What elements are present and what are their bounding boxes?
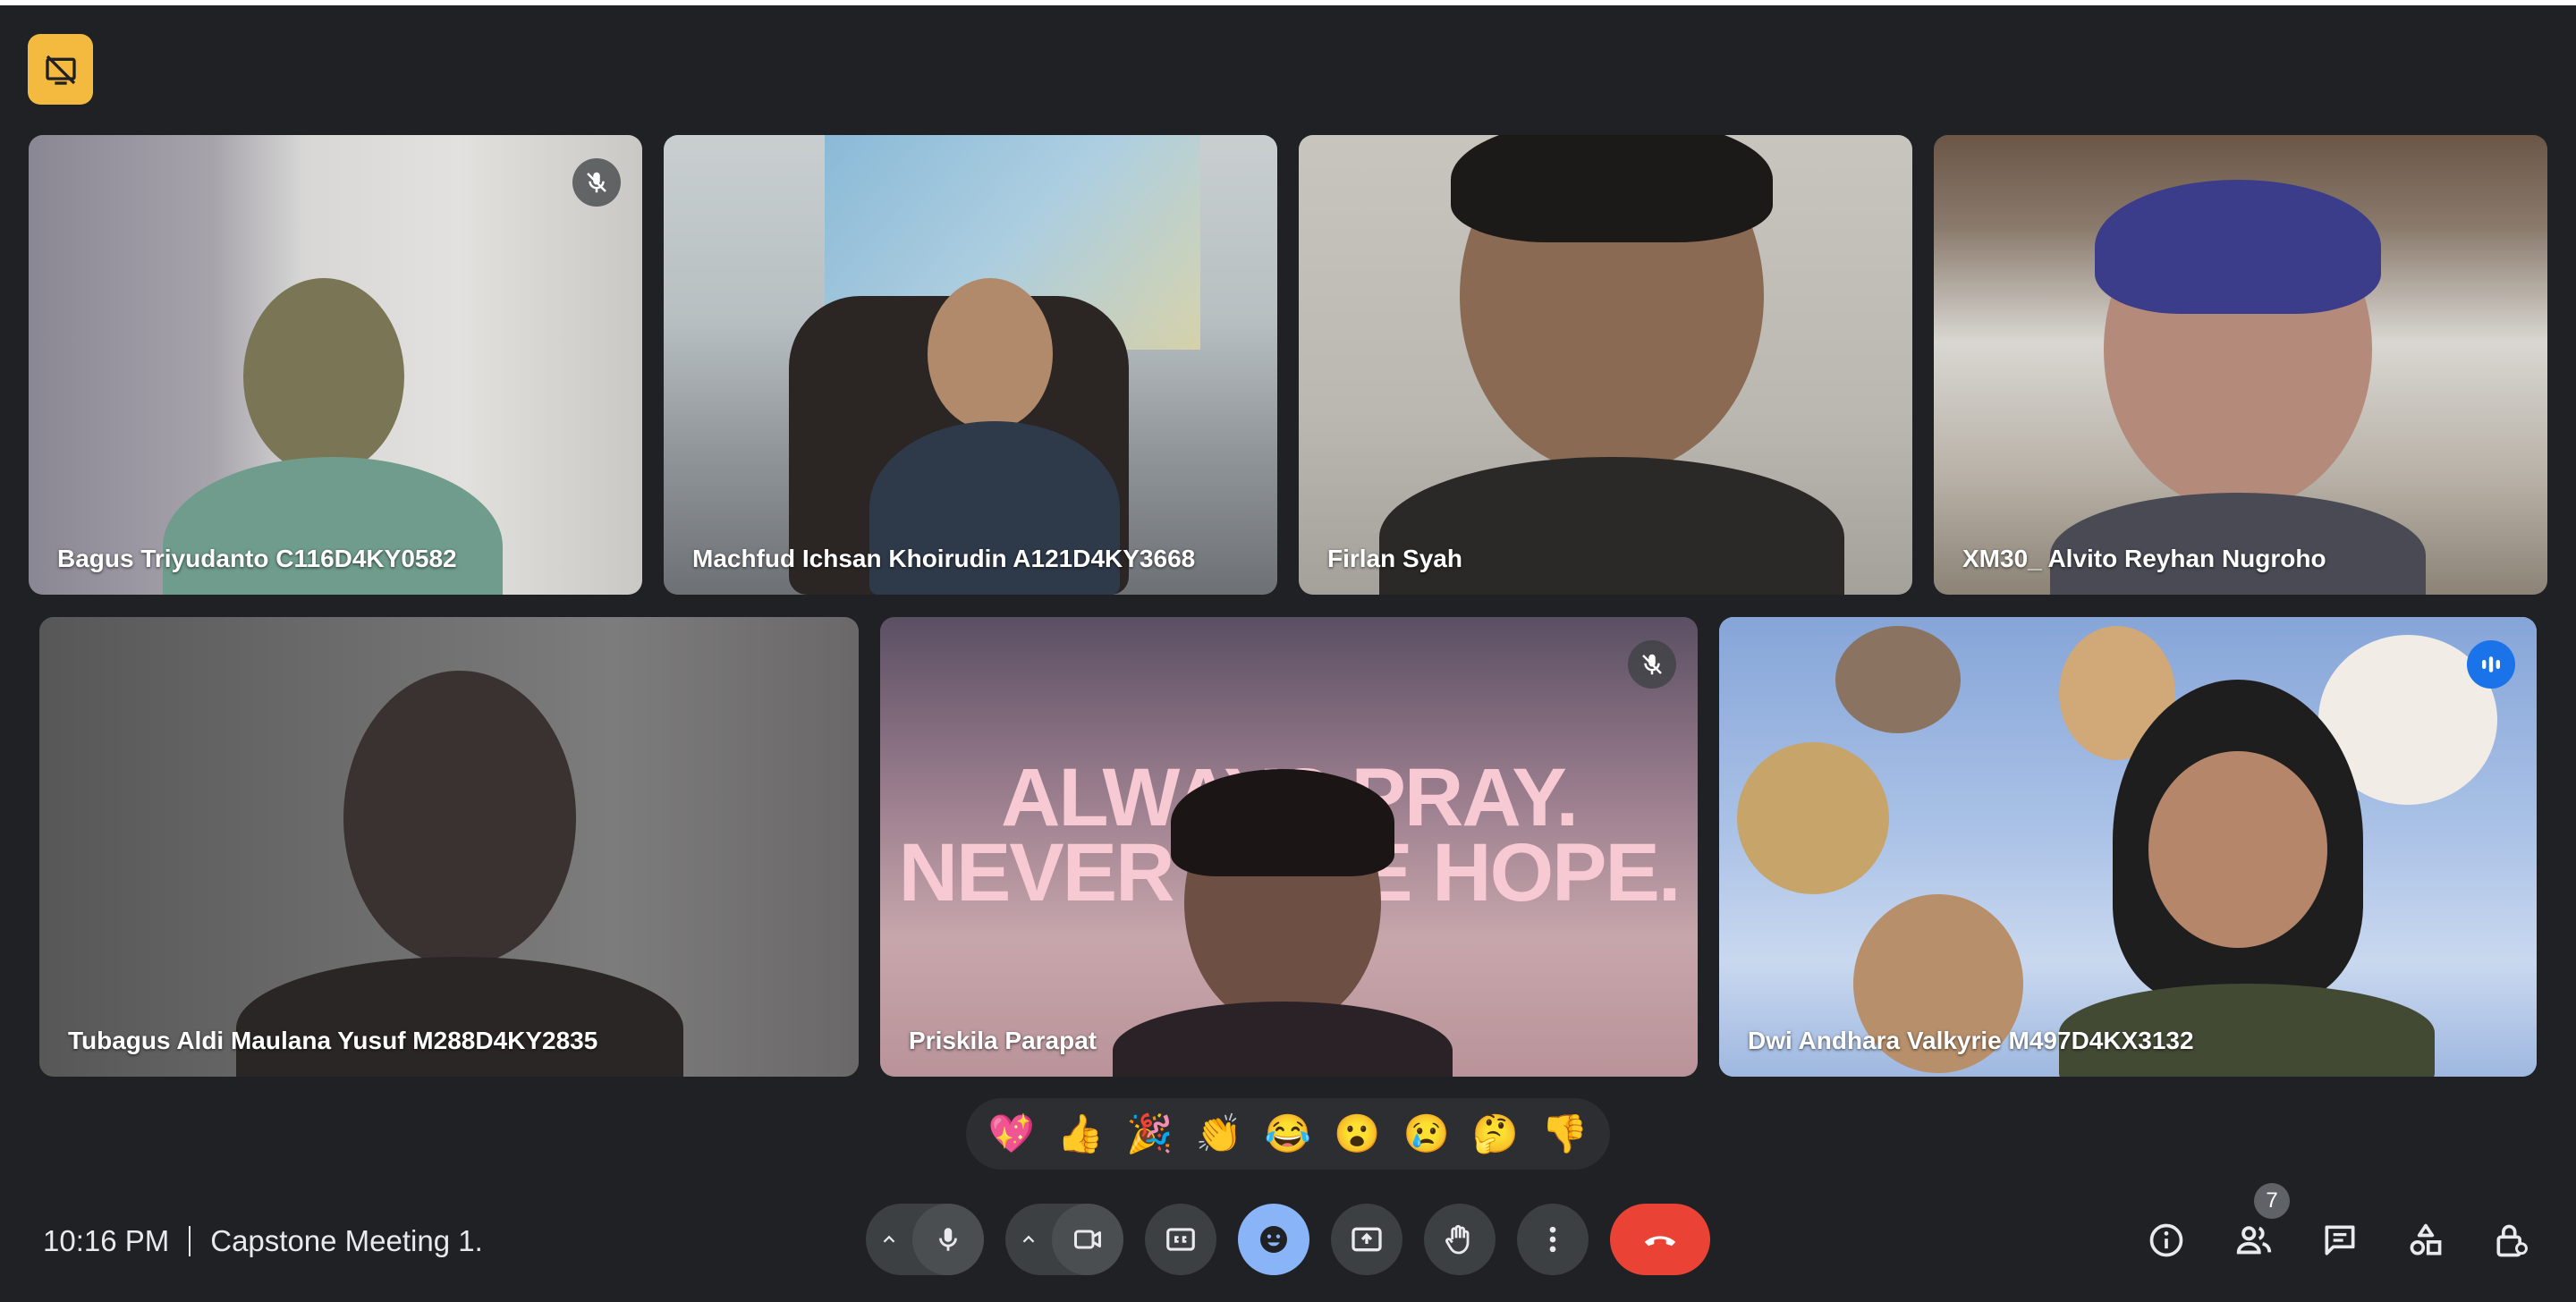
activities-icon [2410, 1223, 2442, 1256]
reaction-clapping[interactable]: 👏 [1191, 1105, 1248, 1162]
participant-figure [343, 671, 576, 966]
chevron-up-icon [1022, 1235, 1035, 1243]
camera-button[interactable] [1052, 1204, 1123, 1275]
participant-tile[interactable]: Machfud Ichsan Khoirudin A121D4KY3668 [664, 135, 1277, 595]
mic-icon [939, 1228, 957, 1251]
meeting-details-button[interactable] [2138, 1212, 2195, 1269]
reaction-thumbs-up[interactable]: 👍 [1052, 1105, 1109, 1162]
raise-hand-button[interactable] [1424, 1204, 1496, 1275]
captions-icon [1166, 1228, 1195, 1251]
participant-tile[interactable]: ALWAYS PRAY. NEVER LOSE HOPE. Priskila P… [880, 617, 1698, 1077]
cat-sticker [1835, 626, 1961, 733]
host-controls-button[interactable] [2483, 1212, 2540, 1269]
reaction-party-popper[interactable]: 🎉 [1121, 1105, 1178, 1162]
participant-tile[interactable]: XM30_ Alvito Reyhan Nugroho [1934, 135, 2547, 595]
camera-control-group [1005, 1204, 1123, 1275]
chevron-up-icon [883, 1235, 895, 1243]
participant-name: Machfud Ichsan Khoirudin A121D4KY3668 [692, 545, 1196, 572]
end-call-icon [1644, 1236, 1676, 1247]
participant-figure [243, 278, 404, 475]
participant-tile[interactable]: Tubagus Aldi Maulana Yusuf M288D4KY2835 [39, 617, 859, 1077]
audio-settings-button[interactable] [866, 1204, 912, 1275]
reaction-surprised[interactable]: 😮 [1328, 1105, 1385, 1162]
cat-sticker [1737, 742, 1889, 894]
video-settings-button[interactable] [1005, 1204, 1052, 1275]
more-vert-icon [1549, 1226, 1556, 1253]
meeting-details: 10:16 PM Capstone Meeting 1. [43, 1218, 483, 1264]
mic-off-indicator [572, 158, 621, 207]
participant-tile[interactable]: Firlan Syah [1299, 135, 1912, 595]
chat-button[interactable] [2311, 1212, 2368, 1269]
present-now-button[interactable] [1331, 1204, 1402, 1275]
participant-figure [2148, 751, 2327, 948]
raise-hand-icon [1445, 1224, 1470, 1255]
reaction-thinking[interactable]: 🤔 [1467, 1105, 1524, 1162]
more-options-button[interactable] [1517, 1204, 1589, 1275]
reactions-button[interactable] [1238, 1204, 1309, 1275]
people-icon [2236, 1226, 2272, 1255]
divider [189, 1226, 191, 1256]
participant-name: Bagus Triyudanto C116D4KY0582 [57, 545, 457, 572]
chat-icon [2325, 1225, 2355, 1256]
mic-control-group [866, 1204, 984, 1275]
reaction-thumbs-down[interactable]: 👎 [1536, 1105, 1593, 1162]
participant-tile-active-speaker[interactable]: Dwi Andhara Valkyrie M497D4KX3132 [1719, 617, 2537, 1077]
activities-button[interactable] [2397, 1212, 2454, 1269]
audio-level-icon [2482, 656, 2500, 672]
microphone-button[interactable] [912, 1204, 984, 1275]
top-strip [0, 0, 2576, 5]
reaction-bar: 💖 👍 🎉 👏 😂 😮 😢 🤔 👎 [966, 1098, 1610, 1170]
reaction-sparkling-heart[interactable]: 💖 [983, 1105, 1040, 1162]
leave-call-button[interactable] [1610, 1204, 1710, 1275]
reaction-crying[interactable]: 😢 [1398, 1105, 1455, 1162]
participant-name: XM30_ Alvito Reyhan Nugroho [1962, 545, 2326, 572]
participant-hair [1171, 769, 1394, 876]
captions-button[interactable] [1145, 1204, 1216, 1275]
mic-off-icon [587, 172, 606, 193]
presentation-indicator[interactable] [28, 34, 93, 105]
info-icon [2149, 1223, 2183, 1257]
present-stop-icon [45, 55, 76, 85]
participant-figure [928, 278, 1053, 430]
participant-name: Priskila Parapat [909, 1027, 1097, 1054]
reaction-laughing[interactable]: 😂 [1259, 1105, 1317, 1162]
meeting-title[interactable]: Capstone Meeting 1. [210, 1224, 483, 1258]
present-screen-icon [1352, 1227, 1382, 1252]
meeting-time: 10:16 PM [43, 1224, 170, 1257]
participant-name: Tubagus Aldi Maulana Yusuf M288D4KY2835 [68, 1027, 598, 1054]
speaking-indicator [2467, 640, 2515, 689]
participant-tile[interactable]: Bagus Triyudanto C116D4KY0582 [29, 135, 642, 595]
mic-off-icon [1642, 654, 1662, 675]
mic-off-indicator [1628, 640, 1676, 689]
people-button[interactable] [2225, 1212, 2283, 1269]
emoji-icon [1260, 1226, 1287, 1253]
participant-name: Dwi Andhara Valkyrie M497D4KX3132 [1748, 1027, 2194, 1054]
camera-icon [1074, 1230, 1101, 1249]
participant-hair [2095, 180, 2381, 314]
participant-hair [1451, 135, 1773, 242]
participant-name: Firlan Syah [1327, 545, 1462, 572]
host-controls-icon [2496, 1224, 2528, 1257]
